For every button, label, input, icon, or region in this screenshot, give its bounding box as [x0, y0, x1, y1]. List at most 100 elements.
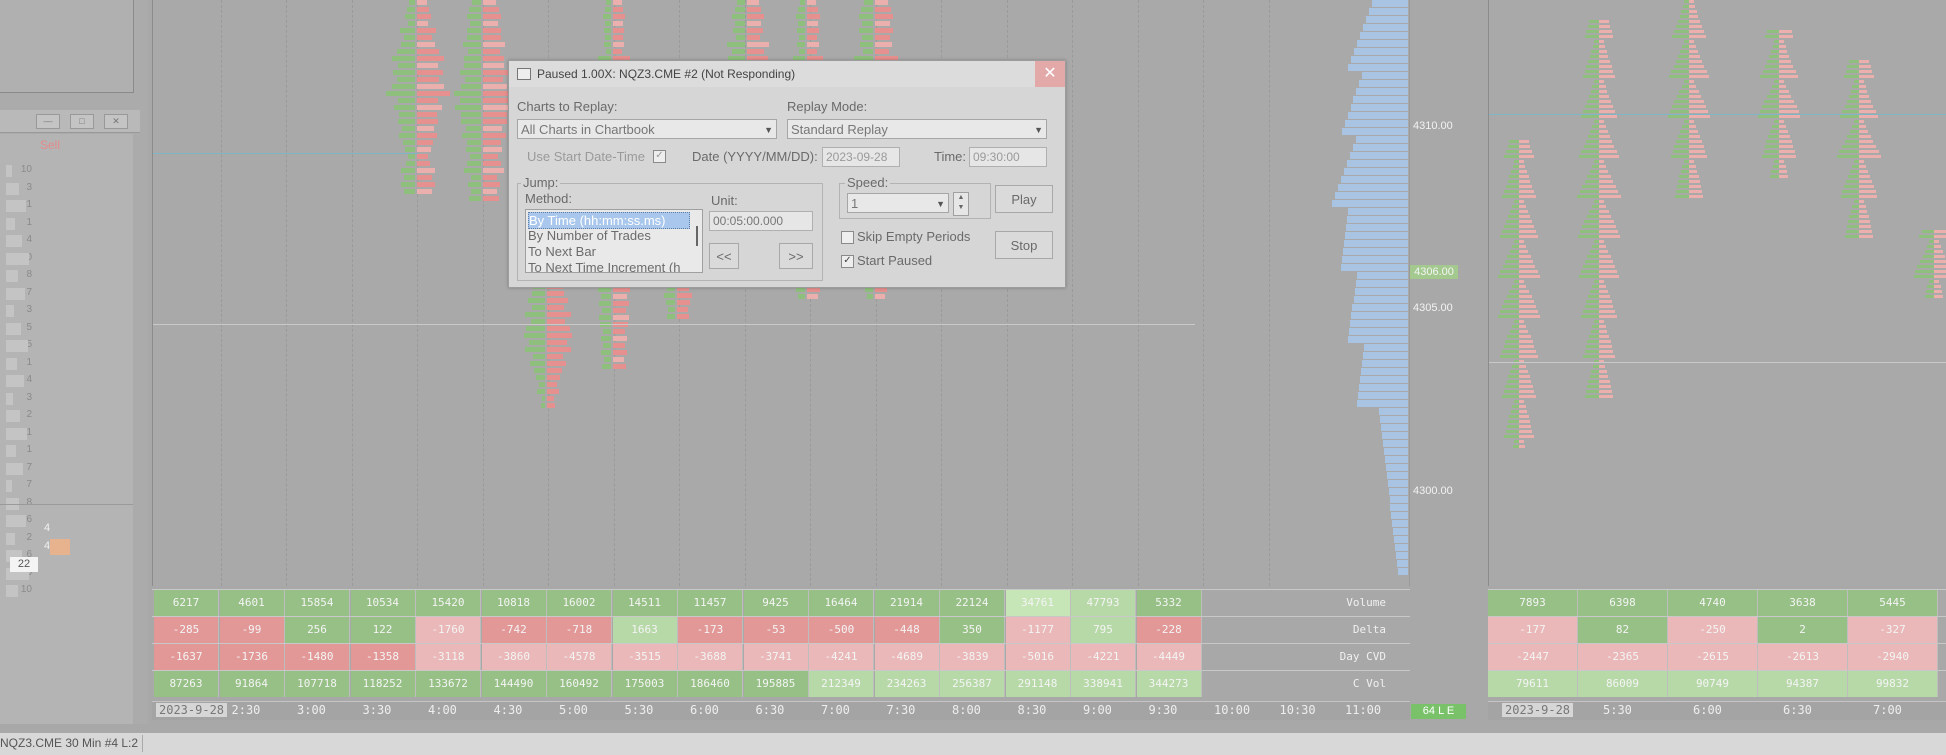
right-bid-bar — [1925, 290, 1934, 293]
list-scrollbar[interactable] — [696, 226, 698, 246]
time-axis-label: 7:00 — [821, 703, 850, 717]
stop-button[interactable]: Stop — [995, 231, 1053, 259]
right-ask-bar — [1519, 415, 1529, 418]
stats-cell: -228 — [1136, 617, 1202, 643]
right-ask-bar — [1859, 115, 1879, 118]
footprint-ask-bar — [547, 326, 570, 331]
close-icon[interactable]: ✕ — [1035, 61, 1065, 87]
restore-icon[interactable]: □ — [70, 114, 94, 129]
right-bid-bar — [1511, 325, 1519, 328]
footprint-ask-bar — [483, 140, 501, 145]
right-ask-bar — [1689, 170, 1698, 173]
stats-cell: 186460 — [678, 671, 743, 697]
stats-cell: -4241 — [809, 644, 874, 670]
minimize-icon[interactable]: — — [36, 114, 60, 129]
footprint-ask-bar — [807, 35, 818, 40]
right-ask-bar — [1599, 45, 1606, 48]
right-ask-bar — [1519, 265, 1536, 268]
right-ask-bar — [1599, 55, 1609, 58]
stats-cell: -3741 — [743, 644, 809, 670]
right-bid-bar — [1502, 265, 1519, 268]
time-axis-label: 10:30 — [1279, 703, 1316, 717]
skip-empty-periods-checkbox[interactable] — [841, 231, 854, 244]
right-bid-bar — [1762, 155, 1779, 158]
ladder-volume-bar — [6, 287, 25, 300]
right-ask-bar — [1689, 105, 1707, 108]
speed-group-label: Speed: — [845, 175, 891, 190]
footprint-bid-bar — [732, 14, 745, 19]
right-chart[interactable] — [1488, 0, 1946, 586]
right-ask-bar — [1779, 135, 1790, 138]
time-field[interactable]: 09:30:00 — [969, 147, 1047, 167]
right-bid-bar — [1764, 145, 1779, 148]
right-bid-bar — [1851, 125, 1859, 128]
right-ask-bar — [1859, 230, 1873, 233]
use-start-datetime-checkbox[interactable]: ✓ — [653, 150, 666, 163]
right-ask-bar — [1519, 340, 1533, 343]
dialog-titlebar[interactable]: Paused 1.00X: NQZ3.CME #2 (Not Respondin… — [509, 61, 1065, 87]
speed-spinner[interactable]: ▲ ▼ — [953, 192, 969, 216]
right-bid-bar — [1851, 165, 1859, 168]
date-field[interactable]: 2023-09-28 — [822, 147, 900, 167]
right-ask-bar — [1779, 30, 1792, 33]
ladder-row-value: 2 — [26, 531, 32, 543]
method-option-selected[interactable]: By Time (hh:mm:ss.ms) — [528, 212, 690, 229]
ladder-volume-bar — [6, 532, 15, 545]
right-ask-bar — [1599, 160, 1604, 163]
left-panel: — □ ✕ Sell 10 3 1 1 4 0 8 7 3 5 5 1 4 3 2 1 1 7 7 8 6 2 6 6 10 4… — [0, 0, 148, 724]
right-ask-bar — [1859, 165, 1867, 168]
right-ask-bar — [1689, 60, 1702, 63]
footprint-ask-bar — [547, 305, 564, 310]
play-button[interactable]: Play — [995, 185, 1053, 213]
right-ask-bar — [1689, 25, 1702, 28]
footprint-ask-bar — [677, 314, 690, 319]
unit-field[interactable]: 00:05:00.000 — [709, 211, 813, 231]
footprint-bid-bar — [392, 70, 415, 75]
right-ask-bar — [1519, 400, 1524, 403]
method-option[interactable]: To Next Bar — [528, 244, 596, 259]
right-bid-bar — [1586, 100, 1599, 103]
footprint-ask-bar — [807, 7, 819, 12]
left-pane-titlebar: — □ ✕ — [0, 110, 140, 133]
method-list[interactable]: By Time (hh:mm:ss.ms) By Number of Trade… — [525, 209, 703, 273]
footprint-bid-bar — [391, 84, 415, 89]
footprint-ask-bar — [547, 403, 555, 408]
right-bid-bar — [1504, 155, 1519, 158]
right-bid-bar — [1509, 290, 1519, 293]
footprint-ask-bar — [613, 364, 627, 369]
time-axis-label: 8:30 — [1017, 703, 1047, 717]
day-cvd-row-label: Day CVD — [1339, 650, 1386, 663]
right-ask-bar — [1689, 0, 1694, 3]
replay-mode-select[interactable]: Standard Replay ▼ — [787, 119, 1047, 139]
charts-to-replay-select[interactable]: All Charts in Chartbook ▼ — [517, 119, 777, 139]
vertical-gridline — [1137, 0, 1139, 586]
close-icon[interactable]: ✕ — [104, 114, 128, 129]
start-paused-checkbox[interactable]: ✓ — [841, 255, 854, 268]
footprint-bid-bar — [526, 326, 545, 331]
footprint-ask-bar — [483, 0, 496, 5]
footprint-ask-bar — [807, 294, 818, 299]
stats-cell: 795 — [1071, 617, 1136, 643]
right-ask-bar — [1599, 150, 1617, 153]
method-option[interactable]: By Number of Trades — [528, 228, 651, 243]
footprint-ask-bar — [613, 28, 625, 33]
method-option[interactable]: To Next Time Increment (h — [528, 260, 680, 272]
speed-select[interactable]: 1 ▼ — [847, 193, 949, 213]
footprint-bid-bar — [462, 133, 481, 138]
replay-mode-value: Standard Replay — [791, 122, 888, 137]
footprint-bid-bar — [409, 0, 415, 5]
time-axis-label: 3:00 — [297, 703, 326, 717]
footprint-bid-bar — [864, 0, 873, 5]
jump-back-button[interactable]: << — [709, 243, 739, 269]
footprint-ask-bar — [677, 307, 688, 312]
right-bid-bar — [1502, 195, 1519, 198]
right-ask-bar — [1519, 405, 1526, 408]
volume-profile-bar — [1381, 432, 1408, 439]
jump-forward-button[interactable]: >> — [779, 243, 813, 269]
right-ask-bar — [1519, 185, 1533, 188]
time-axis-label: 2:30 — [231, 703, 261, 717]
right-bid-bar — [1505, 430, 1519, 433]
right-ask-bar — [1599, 95, 1610, 98]
right-bid-bar — [1847, 135, 1859, 138]
right-time-axis-label: 6:30 — [1783, 703, 1812, 717]
